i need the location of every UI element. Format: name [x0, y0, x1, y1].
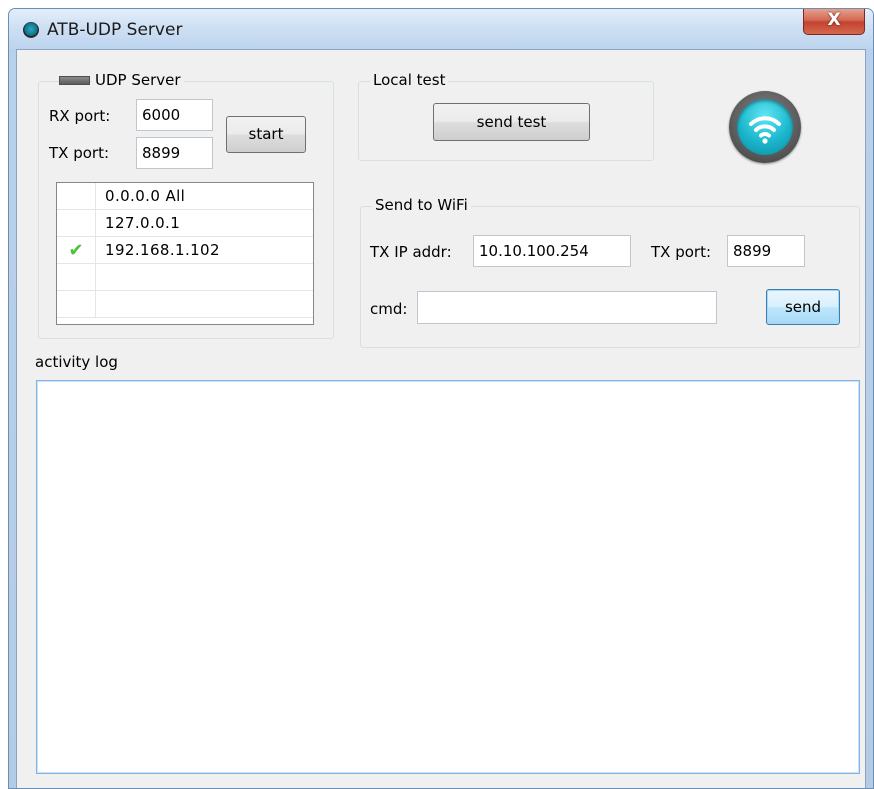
- client-area: UDP Server RX port: 6000 TX port: 8899 s…: [16, 49, 866, 788]
- activity-log-textarea[interactable]: [36, 380, 860, 774]
- list-item[interactable]: 127.0.0.1: [57, 210, 313, 237]
- list-item[interactable]: [57, 264, 313, 291]
- app-round-icon: [23, 22, 39, 38]
- wifi-tx-port-input[interactable]: 8899: [727, 235, 805, 267]
- window-title: ATB-UDP Server: [47, 20, 183, 40]
- udp-server-legend: UDP Server: [92, 71, 184, 89]
- send-to-wifi-group: Send to WiFi TX IP addr: 10.10.100.254 T…: [360, 196, 860, 348]
- tx-ip-addr-label: TX IP addr:: [370, 243, 452, 261]
- udp-server-group: UDP Server RX port: 6000 TX port: 8899 s…: [38, 71, 334, 339]
- rx-port-label: RX port:: [49, 107, 111, 125]
- check-cell[interactable]: [57, 291, 96, 318]
- send-test-button[interactable]: send test: [433, 103, 590, 141]
- local-test-legend: Local test: [370, 71, 449, 89]
- check-cell[interactable]: [57, 264, 96, 291]
- tx-port-label: TX port:: [49, 144, 110, 162]
- rx-port-input[interactable]: 6000: [136, 99, 213, 131]
- app-window: ATB-UDP Server X UDP Server RX port: 600…: [8, 8, 874, 789]
- start-button[interactable]: start: [226, 116, 306, 153]
- list-item[interactable]: [57, 291, 313, 318]
- check-cell[interactable]: [57, 210, 96, 237]
- checkmark-icon[interactable]: ✔: [57, 237, 96, 264]
- wifi-icon-glyph: [749, 116, 781, 144]
- ip-address-text: 127.0.0.1: [105, 214, 181, 232]
- ip-address-list[interactable]: 0.0.0.0 All 127.0.0.1 ✔ 192.168.1.102: [56, 182, 314, 325]
- tx-ip-addr-input[interactable]: 10.10.100.254: [473, 235, 631, 267]
- wifi-status-badge: [729, 91, 801, 163]
- close-button[interactable]: X: [803, 9, 865, 35]
- server-status-indicator: [59, 76, 90, 85]
- ip-address-text: 192.168.1.102: [105, 241, 220, 259]
- ip-address-text: 0.0.0.0 All: [105, 187, 186, 205]
- activity-log-label: activity log: [35, 353, 118, 371]
- send-button[interactable]: send: [766, 289, 840, 325]
- title-bar[interactable]: ATB-UDP Server X: [9, 9, 873, 49]
- check-cell[interactable]: [57, 183, 96, 210]
- wifi-tx-port-label: TX port:: [651, 243, 712, 261]
- cmd-input[interactable]: [417, 291, 717, 324]
- send-to-wifi-legend: Send to WiFi: [372, 196, 471, 214]
- tx-port-input[interactable]: 8899: [136, 137, 213, 169]
- cmd-label: cmd:: [370, 300, 408, 318]
- wifi-icon: [737, 99, 793, 155]
- list-item[interactable]: 0.0.0.0 All: [57, 183, 313, 210]
- local-test-group: Local test send test: [358, 71, 654, 161]
- list-item[interactable]: ✔ 192.168.1.102: [57, 237, 313, 264]
